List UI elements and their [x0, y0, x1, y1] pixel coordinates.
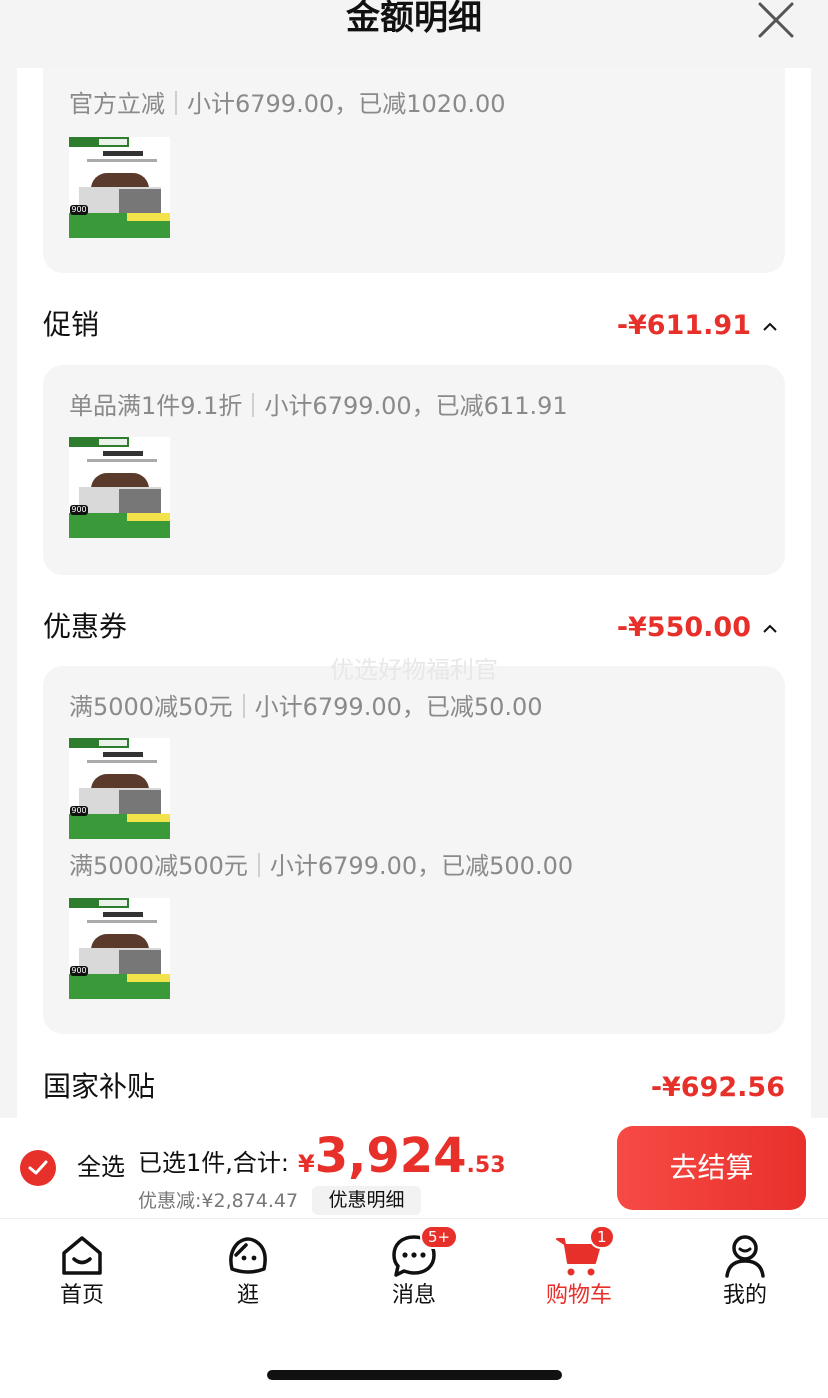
thumb-badge: 900 [70, 966, 88, 976]
chevron-up-icon[interactable] [761, 623, 779, 635]
divider [252, 393, 255, 417]
divider [242, 694, 245, 718]
thumb-badge: 900 [70, 205, 88, 215]
tab-cart-label: 购物车 [545, 1283, 612, 1308]
coupon-card: 满5000减50元 小计6799.00，已减50.00 900 满5000减500… [43, 666, 785, 1034]
profile-icon [725, 1235, 765, 1278]
coupon-amount[interactable]: -¥550.00 [617, 608, 751, 648]
coupon-section-title: 优惠券 [43, 610, 128, 643]
promo-amount[interactable]: -¥611.91 [617, 306, 751, 346]
close-icon[interactable] [754, 0, 798, 42]
sheet-header: 金额明细 [0, 0, 828, 68]
tab-browse[interactable]: 逛 [198, 1231, 298, 1311]
subsidy-section-title: 国家补贴 [43, 1070, 156, 1103]
total-decimal: .53 [466, 1153, 506, 1178]
home-icon [62, 1236, 102, 1275]
selected-count-text: 已选1件,合计: [138, 1149, 289, 1177]
promo-section-title: 促销 [43, 308, 100, 341]
amount-detail-sheet[interactable]: 官方立减 小计6799.00，已减1020.00 900 促销 -¥611.91 … [17, 68, 811, 1118]
currency-symbol: ¥ [298, 1150, 315, 1178]
total-price: ¥3,924.53 [298, 1128, 506, 1184]
select-all-label[interactable]: 全选 [77, 1152, 125, 1182]
coupon-name: 满5000减500元 [69, 852, 248, 880]
chevron-up-icon[interactable] [761, 321, 779, 333]
home-indicator [267, 1370, 562, 1380]
coupon-detail: 小计6799.00，已减50.00 [254, 693, 543, 721]
cart-badge: 1 [589, 1225, 615, 1249]
discount-detail-button[interactable]: 优惠明细 [312, 1186, 421, 1215]
official-discount-card: 官方立减 小计6799.00，已减1020.00 900 [43, 68, 785, 273]
official-discount-detail: 小计6799.00，已减1020.00 [187, 90, 506, 118]
coupon-line-1: 满5000减50元 小计6799.00，已减50.00 [69, 691, 543, 723]
check-icon [28, 1160, 48, 1175]
product-thumbnail[interactable]: 900 [69, 437, 170, 538]
thumb-badge: 900 [70, 505, 88, 515]
promo-line: 单品满1件9.1折 小计6799.00，已减611.91 [69, 390, 568, 422]
promo-detail: 小计6799.00，已减611.91 [264, 392, 568, 420]
select-all-checkbox[interactable] [20, 1150, 56, 1186]
divider [257, 853, 260, 877]
coupon-detail: 小计6799.00，已减500.00 [269, 852, 574, 880]
thumb-badge: 900 [70, 806, 88, 816]
tab-messages[interactable]: 5+ 消息 [364, 1225, 464, 1311]
product-thumbnail[interactable]: 900 [69, 137, 170, 238]
message-badge: 5+ [420, 1225, 459, 1249]
official-discount-name: 官方立减 [69, 90, 165, 118]
tab-home[interactable]: 首页 [32, 1231, 132, 1311]
tab-messages-label: 消息 [391, 1283, 436, 1308]
official-discount-line: 官方立减 小计6799.00，已减1020.00 [69, 88, 506, 120]
coupon-line-2: 满5000减500元 小计6799.00，已减500.00 [69, 850, 573, 882]
coupon-name: 满5000减50元 [69, 693, 233, 721]
discount-summary: 优惠减:¥2,874.47 [138, 1190, 299, 1212]
tab-profile[interactable]: 我的 [695, 1231, 795, 1311]
product-thumbnail[interactable]: 900 [69, 898, 170, 999]
tab-cart[interactable]: 1 购物车 [529, 1225, 629, 1311]
checkout-button[interactable]: 去结算 [617, 1126, 806, 1210]
promo-card: 单品满1件9.1折 小计6799.00，已减611.91 900 [43, 365, 785, 575]
product-thumbnail[interactable]: 900 [69, 738, 170, 839]
subsidy-amount: -¥692.56 [650, 1072, 785, 1103]
tab-home-label: 首页 [59, 1283, 104, 1308]
promo-name: 单品满1件9.1折 [69, 392, 243, 420]
total-integer: 3,924 [314, 1128, 467, 1184]
tab-browse-label: 逛 [236, 1283, 259, 1308]
sheet-title: 金额明细 [346, 0, 482, 38]
cart-summary-bar: 全选 已选1件,合计: ¥3,924.53 优惠减:¥2,874.47 优惠明细… [0, 1118, 828, 1218]
browse-icon [229, 1237, 267, 1274]
watermark: 优选好物福利官 [330, 656, 498, 684]
tab-profile-label: 我的 [722, 1283, 767, 1308]
divider [175, 91, 177, 115]
